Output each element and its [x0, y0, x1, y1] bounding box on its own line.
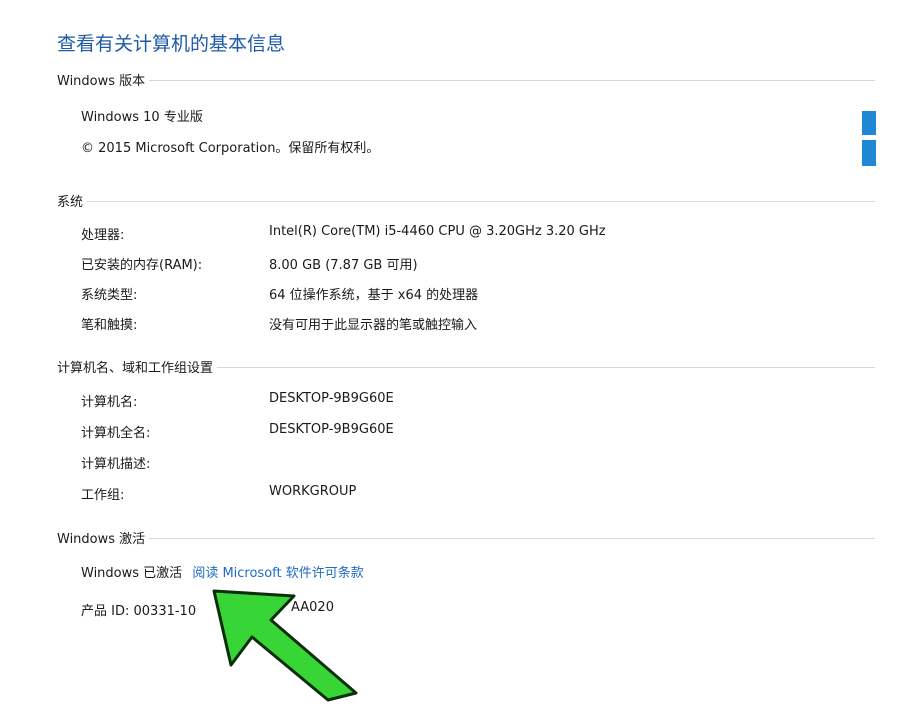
arrow-shape: [212, 589, 358, 702]
arrow-icon: [212, 589, 358, 702]
